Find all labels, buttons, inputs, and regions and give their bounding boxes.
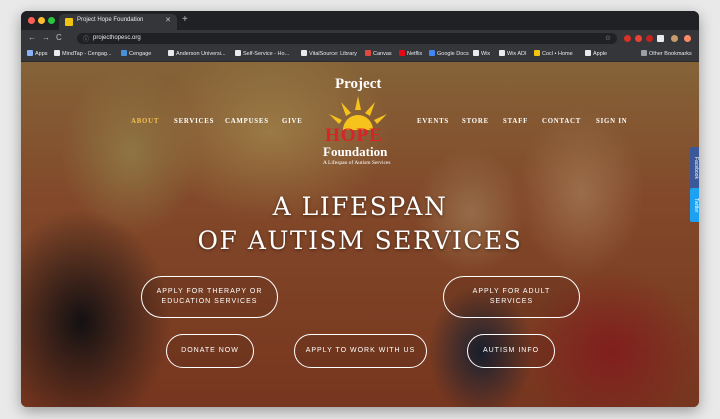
hero-section: ABOUT SERVICES CAMPUSES GIVE EVENTS STOR…: [21, 62, 699, 407]
apply-therapy-button[interactable]: APPLY FOR THERAPY OR EDUCATION SERVICES: [141, 276, 278, 318]
bookmark-item[interactable]: Other Bookmarks: [641, 50, 692, 57]
bookmark-star-icon[interactable]: ☆: [605, 34, 611, 42]
nav-staff[interactable]: STAFF: [503, 118, 528, 125]
bookmarks-bar: Apps MindTap - Cengag... Cengage Anderson U…: [21, 47, 699, 62]
bookmark-item[interactable]: Google Docs: [429, 50, 469, 57]
logo-tagline: A Lifespan of Autism Services: [323, 160, 391, 166]
extension-icon[interactable]: [624, 35, 631, 42]
twitter-tab[interactable]: Twitter: [690, 188, 699, 222]
hero-headline-line1: A LIFESPAN: [272, 192, 448, 221]
tab-close-icon[interactable]: ✕: [165, 16, 171, 24]
minimize-window-button[interactable]: [38, 17, 45, 24]
hero-headline-line2: OF AUTISM SERVICES: [197, 226, 523, 255]
extension-icon[interactable]: [635, 35, 642, 42]
bookmark-item[interactable]: Wix ADI: [499, 50, 527, 57]
logo-project-text: Project: [335, 76, 382, 92]
facebook-tab[interactable]: Facebook: [690, 147, 699, 189]
url-text[interactable]: projecthopesc.org: [93, 35, 141, 41]
bookmark-item[interactable]: Netflix: [399, 50, 422, 57]
bookmark-item[interactable]: Apple: [585, 50, 607, 57]
extension-icon[interactable]: [646, 35, 653, 42]
puzzle-icon[interactable]: [657, 35, 664, 42]
nav-contact[interactable]: CONTACT: [542, 118, 581, 125]
bookmark-item[interactable]: Apps: [27, 50, 48, 57]
bookmark-item[interactable]: Anderson Universi...: [168, 50, 226, 57]
favicon-icon: [65, 18, 73, 26]
browser-toolbar: ← → C ⓘ projecthopesc.org ☆: [21, 30, 699, 47]
bookmark-item[interactable]: Cengage: [121, 50, 151, 57]
bookmark-item[interactable]: Wix: [473, 50, 490, 57]
donate-now-button[interactable]: DONATE NOW: [166, 334, 254, 368]
address-bar[interactable]: ⓘ projecthopesc.org ☆: [77, 33, 617, 44]
forward-icon[interactable]: →: [42, 33, 50, 42]
nav-services[interactable]: SERVICES: [174, 118, 214, 125]
nav-about[interactable]: ABOUT: [131, 118, 159, 125]
project-hope-logo[interactable]: Project HOPE Foundation A Lifespan of Au…: [317, 76, 407, 166]
maximize-window-button[interactable]: [48, 17, 55, 24]
close-window-button[interactable]: [28, 17, 35, 24]
browser-window: Project Hope Foundation ✕ + ← → C ⓘ proj…: [21, 11, 699, 407]
bookmark-item[interactable]: Canvas: [365, 50, 392, 57]
tab-strip: Project Hope Foundation ✕ +: [21, 11, 699, 30]
nav-campuses[interactable]: CAMPUSES: [225, 118, 269, 125]
nav-events[interactable]: EVENTS: [417, 118, 449, 125]
apply-to-work-button[interactable]: APPLY TO WORK WITH US: [294, 334, 427, 368]
site-info-icon[interactable]: ⓘ: [83, 34, 89, 43]
nav-store[interactable]: STORE: [462, 118, 489, 125]
bookmark-item[interactable]: VitalSource: Library: [301, 50, 357, 57]
back-icon[interactable]: ←: [28, 33, 36, 42]
new-tab-button[interactable]: +: [182, 14, 188, 25]
bookmark-item[interactable]: MindTap - Cengag...: [54, 50, 112, 57]
menu-icon[interactable]: [684, 35, 691, 42]
apply-adult-button[interactable]: APPLY FOR ADULT SERVICES: [443, 276, 580, 318]
logo-foundation-text: Foundation: [323, 144, 388, 159]
avatar[interactable]: [671, 35, 678, 42]
bookmark-item[interactable]: Self-Service - Ho...: [235, 50, 289, 57]
nav-sign-in[interactable]: SIGN IN: [596, 118, 627, 125]
tab-title: Project Hope Foundation: [77, 17, 144, 23]
autism-info-button[interactable]: AUTISM INFO: [467, 334, 555, 368]
tab-project-hope[interactable]: Project Hope Foundation ✕: [59, 14, 177, 30]
bookmark-item[interactable]: Cocl • Home: [534, 50, 573, 57]
reload-icon[interactable]: C: [56, 33, 62, 42]
nav-give[interactable]: GIVE: [282, 118, 303, 125]
